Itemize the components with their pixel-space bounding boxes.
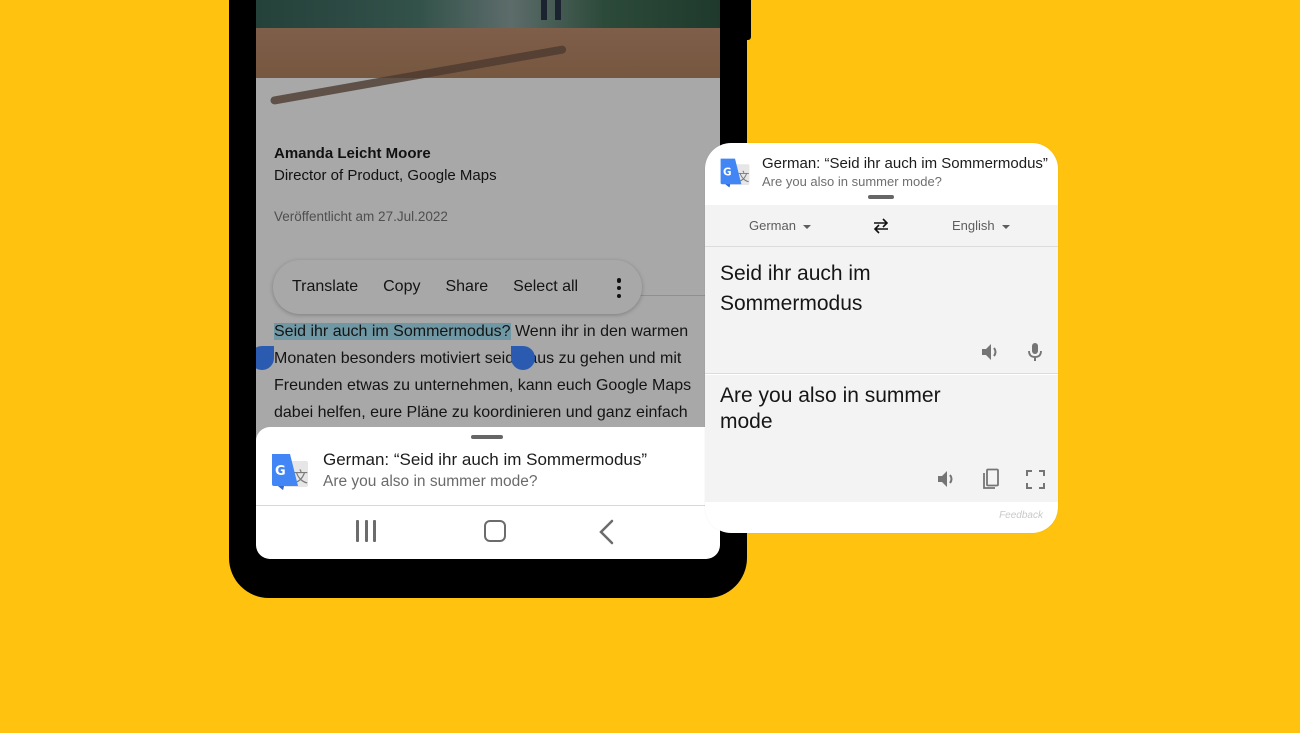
selection-handle-start[interactable] bbox=[256, 346, 274, 370]
menu-item-copy[interactable]: Copy bbox=[383, 278, 420, 296]
selection-handle-end[interactable] bbox=[511, 346, 535, 370]
feedback-link[interactable]: Feedback bbox=[999, 510, 1043, 521]
sheet-title: German: “Seid ihr auch im Sommermodus” bbox=[323, 450, 648, 469]
home-icon[interactable] bbox=[484, 520, 506, 542]
drag-handle[interactable] bbox=[868, 195, 894, 199]
target-language-label: English bbox=[952, 218, 995, 233]
speaker-icon[interactable] bbox=[981, 343, 1001, 361]
author-name: Amanda Leicht Moore bbox=[274, 145, 431, 162]
hero-image bbox=[256, 0, 720, 106]
navigation-bar bbox=[256, 506, 720, 559]
chevron-down-icon bbox=[1001, 225, 1010, 229]
target-language-select[interactable]: English bbox=[952, 218, 1010, 233]
phone-side-button bbox=[745, 0, 751, 40]
hero-ground bbox=[256, 28, 720, 78]
speaker-icon[interactable] bbox=[937, 470, 957, 488]
copy-icon[interactable] bbox=[982, 468, 1000, 490]
translate-popup-card: 文 G German: “Seid ihr auch im Sommermodu… bbox=[705, 143, 1058, 533]
drag-handle[interactable] bbox=[471, 435, 503, 439]
translate-bottom-sheet[interactable]: 文 G German: “Seid ihr auch im Sommermodu… bbox=[256, 427, 720, 559]
sheet-translation: Are you also in summer mode? bbox=[323, 473, 538, 490]
recents-icon[interactable] bbox=[356, 520, 376, 542]
microphone-icon[interactable] bbox=[1028, 342, 1042, 362]
chevron-down-icon bbox=[802, 225, 811, 229]
svg-text:G: G bbox=[723, 166, 732, 178]
svg-text:G: G bbox=[275, 464, 286, 479]
text-selection-menu: Translate Copy Share Select all bbox=[273, 260, 642, 314]
selected-text[interactable]: Seid ihr auch im Sommermodus? bbox=[274, 323, 511, 340]
source-text-pane[interactable]: Seid ihr auch im Sommermodus bbox=[705, 247, 1058, 374]
source-language-label: German bbox=[749, 218, 796, 233]
menu-item-share[interactable]: Share bbox=[445, 278, 488, 296]
hero-mountains bbox=[256, 0, 720, 30]
card-subtitle: Are you also in summer mode? bbox=[762, 174, 942, 189]
google-translate-icon: 文 G bbox=[272, 454, 308, 490]
google-translate-icon: 文 G bbox=[720, 158, 749, 188]
phone-screen: Amanda Leicht Moore Director of Product,… bbox=[256, 0, 720, 559]
card-title: German: “Seid ihr auch im Sommermodus” bbox=[762, 155, 1048, 172]
article-body: Seid ihr auch im Sommermodus? Wenn ihr i… bbox=[274, 318, 714, 426]
back-icon[interactable] bbox=[596, 519, 618, 545]
menu-item-select-all[interactable]: Select all bbox=[513, 278, 578, 296]
source-language-select[interactable]: German bbox=[749, 218, 811, 233]
published-date: Veröffentlicht am 27.Jul.2022 bbox=[274, 209, 448, 224]
more-vert-icon[interactable] bbox=[616, 278, 622, 298]
translated-text: Are you also in summer mode bbox=[720, 384, 941, 433]
swap-languages-icon[interactable] bbox=[872, 217, 890, 235]
fullscreen-icon[interactable] bbox=[1026, 470, 1045, 489]
menu-item-translate[interactable]: Translate bbox=[292, 278, 358, 296]
translation-pane: Are you also in summer mode bbox=[705, 375, 1058, 502]
language-bar: German English bbox=[705, 205, 1058, 247]
source-text[interactable]: Seid ihr auch im Sommermodus bbox=[720, 259, 980, 319]
author-title: Director of Product, Google Maps bbox=[274, 167, 497, 184]
hero-person bbox=[541, 0, 563, 22]
